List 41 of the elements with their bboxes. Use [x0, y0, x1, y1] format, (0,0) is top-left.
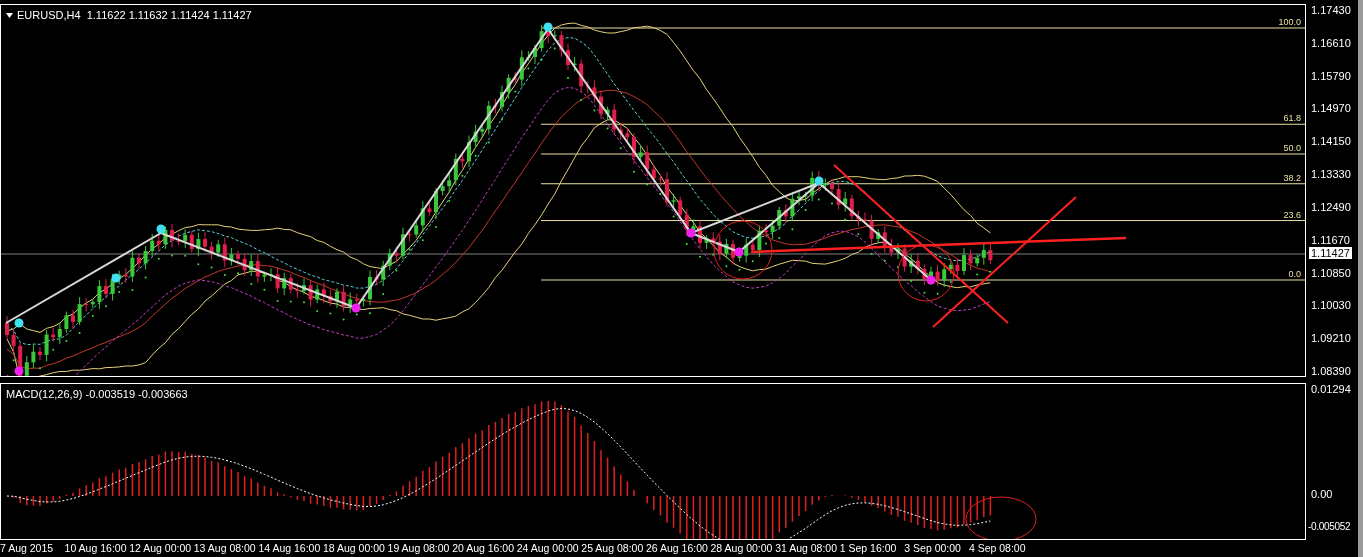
- time-axis-label: 7 Aug 2015: [0, 542, 55, 554]
- time-axis-label: 14 Aug 16:00: [258, 542, 322, 554]
- price-axis-label: 1.12490: [1311, 200, 1352, 213]
- time-axis-label: 13 Aug 08:00: [193, 542, 257, 554]
- time-axis-label: 24 Aug 00:00: [516, 542, 580, 554]
- price-axis-label: 1.14150: [1311, 135, 1352, 148]
- current-price-label: 1.11427: [1309, 247, 1352, 259]
- time-axis-label: 19 Aug 08:00: [387, 542, 451, 554]
- time-axis-label: 20 Aug 16:00: [452, 542, 516, 554]
- fibonacci-level-label: 50.0: [1283, 143, 1301, 153]
- price-axis-label: 1.10030: [1311, 299, 1352, 312]
- time-axis-label: 28 Aug 00:00: [710, 542, 774, 554]
- macd-axis-label: 0.00: [1311, 488, 1334, 500]
- time-axis-label: 26 Aug 16:00: [645, 542, 709, 554]
- indicator-title: MACD(12,26,9) -0.003519 -0.003663: [6, 388, 188, 400]
- price-axis-label: 1.15790: [1311, 69, 1352, 82]
- price-axis-label: 1.13330: [1311, 168, 1352, 181]
- time-axis-label: 12 Aug 00:00: [129, 542, 193, 554]
- time-axis-label: 3 Sep 00:00: [904, 542, 962, 554]
- price-axis-label: 1.17430: [1311, 4, 1352, 16]
- dropdown-icon[interactable]: [6, 12, 13, 18]
- price-axis-label: 1.14970: [1311, 102, 1352, 115]
- fibonacci-level-label: 23.6: [1283, 209, 1301, 220]
- time-axis-label: 10 Aug 16:00: [64, 542, 128, 554]
- price-axis-label: 1.09210: [1311, 332, 1352, 345]
- macd-axis-label: 0.01294: [1311, 383, 1352, 395]
- price-axis-label: 1.08390: [1311, 364, 1352, 377]
- chart-title: EURUSD,H4 1.11622 1.11632 1.11424 1.11427: [17, 9, 252, 21]
- time-axis-label: 18 Aug 00:00: [322, 542, 386, 554]
- fibonacci-level-label: 0.0: [1288, 269, 1301, 279]
- time-axis-label: 1 Sep 16:00: [839, 542, 898, 554]
- time-axis-label: 4 Sep 08:00: [968, 542, 1027, 554]
- time-axis-label: 25 Aug 08:00: [581, 542, 645, 554]
- price-axis-label: 1.10850: [1311, 266, 1352, 279]
- time-axis-label: 31 Aug 08:00: [775, 542, 839, 554]
- fibonacci-level-label: 100.0: [1278, 17, 1301, 27]
- macd-axis-label: -0.005052: [1308, 521, 1352, 532]
- fibonacci-level-label: 38.2: [1283, 172, 1301, 183]
- fibonacci-level-label: 61.8: [1283, 113, 1301, 124]
- price-axis-label: 1.16610: [1311, 36, 1352, 49]
- price-axis-label: 1.11670: [1311, 233, 1351, 246]
